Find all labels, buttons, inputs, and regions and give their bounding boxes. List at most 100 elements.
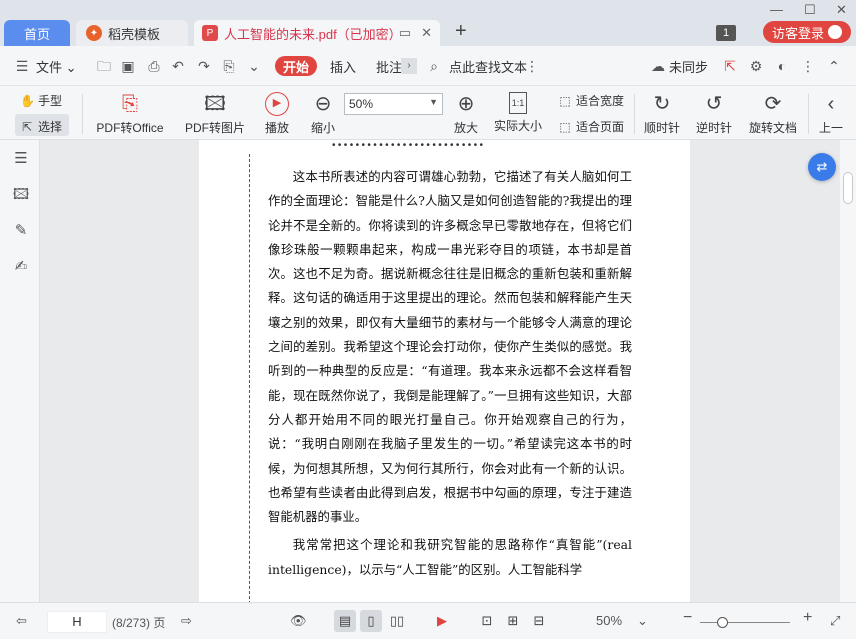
slideshow-play-icon[interactable]: ▶ (431, 610, 453, 632)
bookmarks-list-icon[interactable]: ☰ (12, 150, 30, 168)
two-page-view-icon[interactable]: ▯▯ (386, 610, 408, 632)
window-count-badge[interactable]: 1 (716, 25, 736, 41)
menu-more-icon[interactable]: ⋮ (800, 58, 816, 74)
zoom-slider-knob[interactable] (717, 617, 728, 628)
redo-icon[interactable]: ↷ (196, 58, 212, 74)
print-icon[interactable]: ⎙ (146, 58, 162, 74)
hand-icon: ✋ (20, 93, 35, 108)
cloud-sync-icon: ☁ (651, 58, 665, 74)
page-input-value: H (72, 614, 82, 629)
rotate-counterclockwise-button[interactable]: ↺ 逆时针 (694, 92, 734, 136)
translate-icon: ⇄ (816, 159, 828, 174)
more-options-icon[interactable]: ⋮ (524, 58, 540, 74)
close-window-icon[interactable]: ✕ (836, 2, 847, 18)
theme-icon[interactable]: ◐ (774, 58, 790, 74)
tab-pdf-label: 人工智能的未来.pdf（已加密） (224, 26, 402, 42)
visitor-login-button[interactable]: 访客登录 (763, 21, 851, 43)
zoom-level-value: 50% (349, 97, 374, 111)
hamburger-menu-icon[interactable]: ☰ (14, 58, 30, 74)
scroll-tabs-right-icon[interactable]: › (401, 58, 417, 74)
zoom-out-button[interactable]: ⊖ 缩小 (306, 92, 340, 136)
tab-insert[interactable]: 插入 (330, 57, 356, 76)
title-tab-bar: 首页 ✦ 稻壳模板 P 人工智能的未来.pdf（已加密） ▭ ✕ + — ☐ ✕… (0, 0, 856, 46)
thumbnails-image-icon[interactable]: 🖾 (12, 186, 30, 204)
page-count: (8/273) 页 (112, 616, 166, 630)
fullscreen-expand-icon[interactable]: ⤢ (830, 613, 840, 629)
tab-preview-icon[interactable]: ▭ (399, 25, 411, 41)
tab-start[interactable]: 开始 (275, 56, 317, 76)
actual-size-icon[interactable]: ⊡ (476, 610, 498, 632)
cursor-icon: ⇱ (21, 119, 33, 134)
signature-icon[interactable]: ✍ (12, 258, 30, 276)
page-number-input[interactable]: H (47, 611, 107, 633)
translate-float-button[interactable]: ⇄ (808, 153, 836, 181)
new-tab-plus-icon[interactable]: + (455, 20, 467, 43)
export-icon[interactable]: ⎘ (221, 58, 237, 74)
eye-protection-icon[interactable]: 👁 (290, 613, 307, 629)
hand-tool-button[interactable]: ✋ 手型 (20, 92, 62, 109)
zoom-in-button[interactable]: ⊕ 放大 (450, 92, 482, 136)
open-folder-icon[interactable]: 🗀 (96, 58, 112, 74)
actual-size-button[interactable]: 1:1 实际大小 (491, 92, 545, 134)
paragraph: 我常常把这个理论和我研究智能的思路称作“真智能”(real intelligen… (268, 537, 632, 577)
settings-gear-icon[interactable]: ⚙ (748, 58, 764, 74)
scrollbar-thumb[interactable] (843, 172, 853, 204)
previous-page-button[interactable]: ‹ 上一 (814, 92, 848, 136)
continuous-view-icon[interactable]: ▯ (360, 610, 382, 632)
collapse-ribbon-icon[interactable]: ⌃ (826, 58, 842, 74)
tab-home[interactable]: 首页 (4, 20, 70, 46)
fit-width-icon[interactable]: ⊟ (528, 610, 550, 632)
ribbon-divider (808, 94, 809, 134)
play-button[interactable]: ▶ 播放 (260, 92, 294, 136)
zoom-out-icon: ⊖ (314, 93, 332, 115)
next-page-arrow-icon[interactable]: ⇨ (181, 613, 192, 629)
status-zoom-in-icon[interactable]: + (803, 609, 812, 627)
search-text-button[interactable]: 点此查找文本 (449, 57, 527, 76)
fit-page-button[interactable]: ⬚ 适合页面 (558, 118, 624, 135)
vertical-scrollbar[interactable] (840, 140, 856, 602)
document-viewer[interactable]: •••••••••••••••••••••••••• 这本书所表述的内容可谓雄心… (40, 140, 840, 602)
pdf-to-image-button[interactable]: 🖾 PDF转图片 (183, 92, 247, 136)
fit-width-label: 适合宽度 (576, 94, 625, 108)
tab-pdf-document[interactable]: P 人工智能的未来.pdf（已加密） ▭ ✕ (194, 20, 440, 46)
annotation-pen-icon[interactable]: ✎ (12, 222, 30, 240)
status-zoom-out-icon[interactable]: − (683, 609, 692, 627)
tab-close-icon[interactable]: ✕ (421, 25, 432, 41)
sync-label: 未同步 (669, 60, 709, 75)
play-icon: ▶ (265, 92, 289, 116)
tab-annotate[interactable]: 批注 (376, 57, 402, 76)
maximize-icon[interactable]: ☐ (804, 2, 816, 18)
fit-width-button[interactable]: ⬚ 适合宽度 (558, 92, 624, 109)
tab-annotate-label: 批注 (376, 60, 403, 75)
fit-page-icon[interactable]: ⊞ (502, 610, 524, 632)
pdf-to-image-label: PDF转图片 (184, 121, 245, 135)
left-sidebar: ☰ 🖾 ✎ ✍ (0, 140, 40, 602)
menu-file[interactable]: 文件 ⌄ (36, 57, 77, 76)
zoom-dropdown-chevron-icon[interactable]: ⌄ (637, 613, 648, 629)
tab-docer-templates[interactable]: ✦ 稻壳模板 (76, 20, 188, 46)
save-icon[interactable]: ▣ (120, 58, 136, 74)
pdf-file-icon: P (202, 25, 218, 41)
ribbon-divider (634, 94, 635, 134)
rotate-document-button[interactable]: ⟳ 旋转文档 (746, 92, 800, 136)
prev-page-arrow-icon[interactable]: ⇦ (16, 613, 27, 629)
fit-page-label: 适合页面 (576, 120, 625, 134)
prev-label: 上一 (818, 121, 843, 135)
chevron-left-icon: ‹ (827, 93, 835, 115)
more-dropdown-icon[interactable]: ⌄ (246, 58, 262, 74)
zoom-slider[interactable] (700, 617, 790, 628)
minimize-icon[interactable]: — (770, 2, 783, 17)
rotate-clockwise-button[interactable]: ↻ 顺时针 (642, 92, 682, 136)
status-zoom-level[interactable]: 50% (596, 613, 622, 628)
select-label: 选择 (38, 120, 63, 134)
rotate-counterclockwise-icon: ↺ (705, 93, 723, 115)
single-page-view-icon[interactable]: ▤ (334, 610, 356, 632)
select-tool-button[interactable]: ⇱ 选择 (20, 118, 62, 135)
status-bar: ⇦ H (8/273) 页 ⇨ 👁 ▤ ▯ ▯▯ ▶ ⊡ ⊞ ⊟ 50% ⌄ −… (0, 602, 856, 639)
login-label: 访客登录 (771, 25, 824, 41)
share-icon[interactable]: ⇱ (722, 58, 738, 74)
sync-status[interactable]: 未同步 (669, 57, 708, 76)
undo-icon[interactable]: ↶ (170, 58, 186, 74)
zoom-level-select[interactable]: 50% ▼ (344, 93, 443, 115)
paragraph: 这本书所表述的内容可谓雄心勃勃，它描述了有关人脑如何工作的全面理论：智能是什么?… (268, 169, 632, 525)
